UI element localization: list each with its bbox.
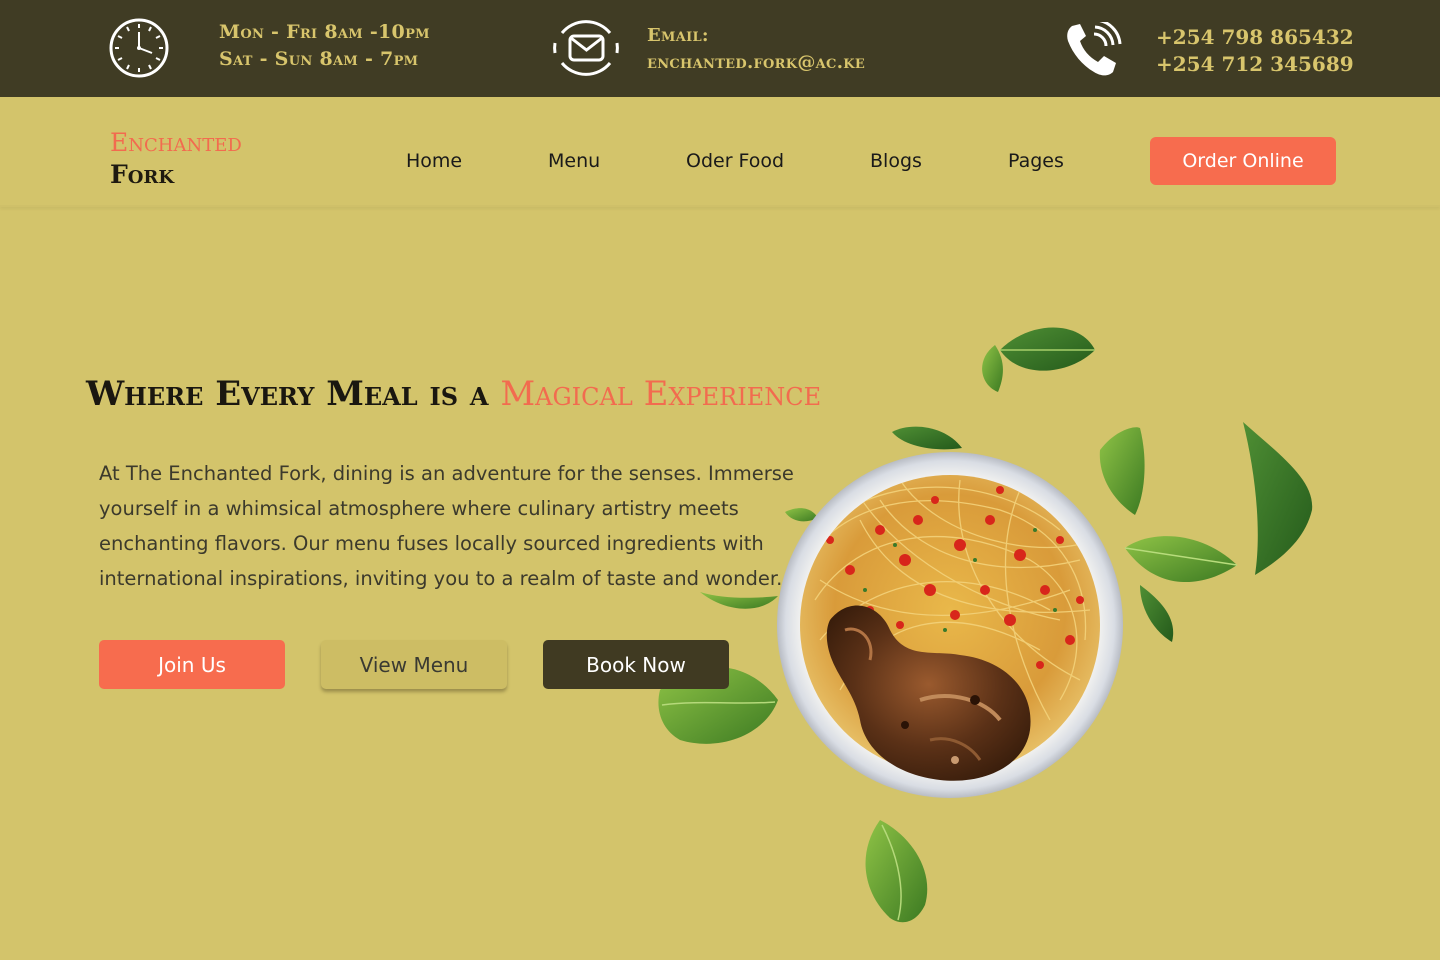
nav-pages[interactable]: Pages bbox=[1008, 150, 1064, 172]
opening-hours: Mon - Fri 8am -10pm Sat - Sun 8am - 7pm bbox=[219, 19, 430, 73]
logo-line-2: Fork bbox=[110, 160, 175, 189]
email-address[interactable]: enchanted.fork@ac.ke bbox=[647, 49, 865, 76]
order-online-button[interactable]: Order Online bbox=[1150, 137, 1336, 185]
nav-blogs[interactable]: Blogs bbox=[870, 150, 922, 172]
hero-headline: Where Every Meal is a Magical Experience bbox=[86, 374, 821, 414]
view-menu-button[interactable]: View Menu bbox=[321, 640, 507, 689]
book-now-button[interactable]: Book Now bbox=[543, 640, 729, 689]
hero-description: At The Enchanted Fork, dining is an adve… bbox=[99, 462, 794, 590]
phone-number-1[interactable]: +254 798 865432 bbox=[1156, 24, 1354, 51]
contact-email: Email: enchanted.fork@ac.ke bbox=[647, 22, 865, 76]
site-logo[interactable]: Enchanted Fork bbox=[110, 127, 242, 191]
hours-weekdays: Mon - Fri 8am -10pm bbox=[219, 21, 430, 43]
hours-weekend: Sat - Sun 8am - 7pm bbox=[219, 48, 419, 70]
join-us-button[interactable]: Join Us bbox=[99, 640, 285, 689]
top-info-bar: Mon - Fri 8am -10pm Sat - Sun 8am - 7pm … bbox=[0, 0, 1440, 97]
logo-line-1: Enchanted bbox=[110, 128, 242, 157]
nav-home[interactable]: Home bbox=[406, 150, 462, 172]
email-label: Email: bbox=[647, 25, 709, 46]
mail-icon bbox=[553, 20, 619, 76]
contact-phones: +254 798 865432 +254 712 345689 bbox=[1156, 24, 1354, 78]
phone-icon bbox=[1067, 22, 1122, 76]
clock-icon bbox=[109, 18, 169, 78]
nav-menu[interactable]: Menu bbox=[548, 150, 600, 172]
headline-highlight: Magical Experience bbox=[500, 374, 822, 414]
phone-number-2[interactable]: +254 712 345689 bbox=[1156, 51, 1354, 78]
headline-main: Where Every Meal is a bbox=[86, 374, 489, 414]
plate bbox=[777, 452, 1123, 798]
main-navigation: Enchanted Fork Home Menu Oder Food Blogs… bbox=[0, 97, 1440, 207]
nav-order-food[interactable]: Oder Food bbox=[686, 150, 784, 172]
